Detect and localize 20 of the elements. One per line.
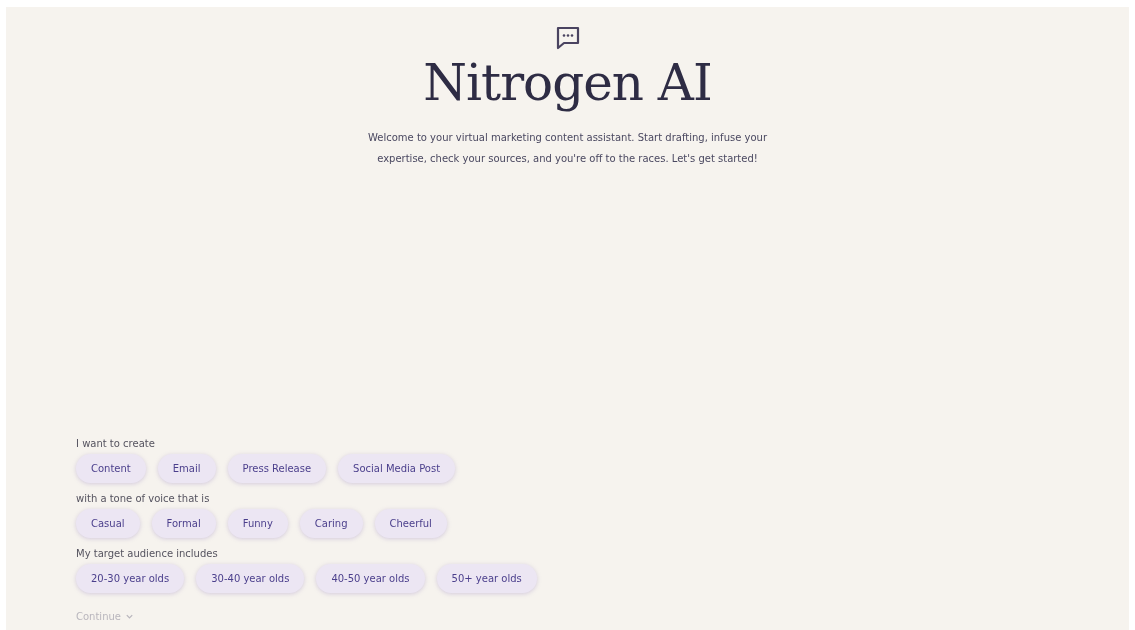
option-chip[interactable]: Press Release bbox=[227, 454, 327, 483]
option-chip[interactable]: Caring bbox=[299, 509, 363, 538]
option-chip[interactable]: Funny bbox=[227, 509, 288, 538]
question-label: with a tone of voice that is bbox=[76, 493, 211, 504]
question-label: I want to create bbox=[76, 438, 156, 449]
option-chip[interactable]: 50+ year olds bbox=[436, 564, 537, 593]
option-chip[interactable]: Content bbox=[76, 454, 146, 483]
option-chip[interactable]: Cheerful bbox=[374, 509, 447, 538]
option-chip[interactable]: Email bbox=[157, 454, 216, 483]
caret-icon bbox=[124, 612, 134, 621]
option-chip[interactable]: 30-40 year olds bbox=[196, 564, 305, 593]
question-label: My target audience includes bbox=[76, 548, 219, 559]
option-chip[interactable]: Social Media Post bbox=[338, 454, 456, 483]
option-chip[interactable]: Casual bbox=[76, 509, 140, 538]
option-chip[interactable]: Formal bbox=[151, 509, 216, 538]
chat-icon bbox=[554, 25, 581, 51]
app-title: Nitrogen AI bbox=[423, 53, 712, 113]
option-chip[interactable]: 20-30 year olds bbox=[76, 564, 185, 593]
intro-text: Welcome to your virtual marketing content assistant. Start drafting, infuse your expertise, check your sources, and you're off to the races. Let's get started! bbox=[366, 131, 768, 166]
option-chip[interactable]: 40-50 year olds bbox=[316, 564, 425, 593]
